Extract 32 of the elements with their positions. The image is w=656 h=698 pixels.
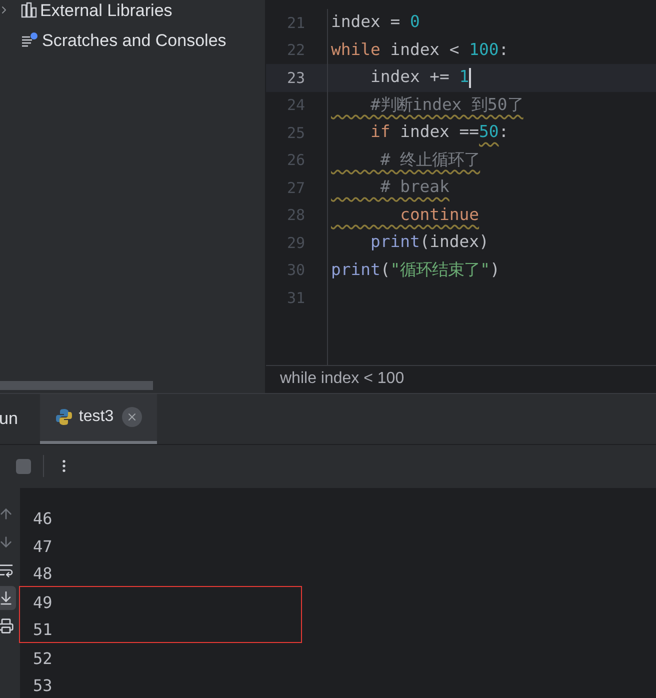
run-tab[interactable]: test3 bbox=[40, 394, 157, 444]
output-line: 53 bbox=[33, 675, 52, 698]
library-icon bbox=[21, 2, 37, 18]
code-line: # break bbox=[379, 176, 450, 198]
line-number: 23 bbox=[287, 68, 306, 88]
code-line: # 终止循环了 bbox=[379, 148, 480, 171]
python-icon bbox=[54, 408, 73, 426]
code-line: while index < 100: bbox=[331, 38, 509, 61]
code-line: print(index) bbox=[369, 231, 489, 254]
print-icon[interactable] bbox=[0, 618, 14, 634]
code-line: index = 0 bbox=[331, 11, 420, 34]
code-line: continue bbox=[399, 204, 480, 226]
output-line: 46 bbox=[33, 508, 52, 530]
code-line: print("循环结束了") bbox=[331, 258, 500, 281]
output-line: 48 bbox=[33, 563, 52, 586]
code-line: index += 1 bbox=[369, 66, 472, 90]
output-line: 47 bbox=[33, 536, 52, 558]
tool-window-title: un bbox=[0, 408, 18, 430]
code-line: if index ==50: bbox=[369, 121, 509, 144]
horizontal-scrollbar[interactable] bbox=[0, 380, 153, 390]
tree-item[interactable]: External Libraries bbox=[0, 0, 265, 25]
wrap-icon[interactable] bbox=[0, 562, 14, 578]
code-line: #判断index 到50了 bbox=[369, 94, 524, 116]
text-cursor bbox=[469, 68, 472, 88]
breadcrumb[interactable]: while index < 100 bbox=[280, 367, 404, 391]
close-icon[interactable] bbox=[122, 407, 142, 427]
scroll-to-end-icon[interactable] bbox=[0, 590, 14, 606]
output-line: 51 bbox=[33, 619, 52, 642]
tree-item[interactable]: Scratches and Consoles bbox=[0, 25, 265, 55]
output-line: 52 bbox=[33, 648, 52, 670]
output-line: 49 bbox=[33, 592, 52, 614]
scratches-icon bbox=[21, 32, 39, 48]
